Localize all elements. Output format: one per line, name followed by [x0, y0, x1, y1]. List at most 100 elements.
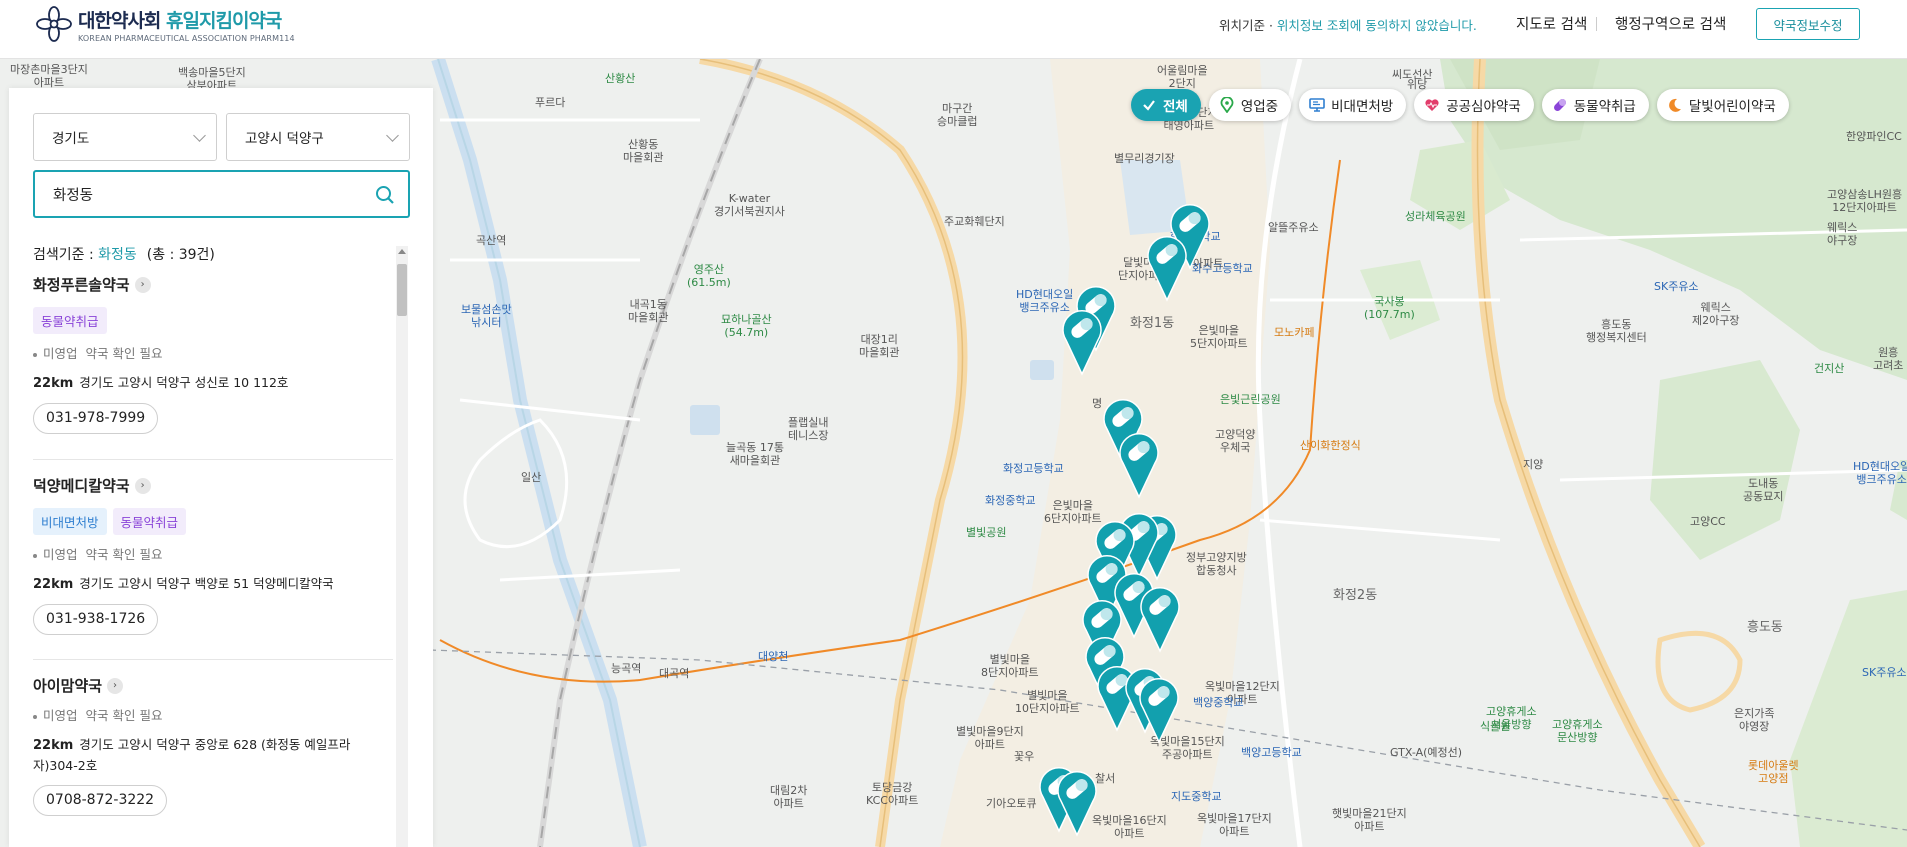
phone-button[interactable]: 0708-872-3222 [33, 784, 168, 816]
map-label: 플랩실내 테니스장 [788, 416, 829, 442]
map-label: 토당금강 KCC아파트 [866, 781, 919, 807]
pharmacy-marker[interactable] [1060, 306, 1104, 376]
map-label: 화정2동 [1333, 588, 1378, 603]
list-item[interactable]: 아이맘약국 › 미영업 약국 확인 필요 22km 경기도 고양시 덕양구 중앙로 6… [33, 675, 393, 816]
map-label: 국사봉 (107.7m) [1364, 295, 1415, 321]
map-label: 꽃우 [1014, 750, 1035, 763]
tag-animal-medicine: 동물약취급 [112, 508, 187, 535]
map-label: 옥빛마을17단지 아파트 [1197, 812, 1272, 838]
open-status: 미영업 약국 확인 필요 [33, 705, 393, 724]
filter-open-now[interactable]: 영업중 [1208, 89, 1292, 121]
map-label: 한양파인CC [1846, 130, 1902, 143]
map-label: HD현대오일 뱅크주유소 [1853, 460, 1907, 486]
map-label: 대림2차 아파트 [770, 784, 808, 810]
list-item[interactable]: 덕양메디칼약국 › 비대면처방 동물약취급 미영업 약국 확인 필요 22km 경기도… [33, 475, 393, 636]
divider [33, 459, 393, 460]
map-label: 정부고양지방 합동청사 [1186, 551, 1247, 577]
pharmacy-marker[interactable] [1145, 232, 1189, 302]
map-label: 마장촌마을3단지 아파트 [10, 63, 88, 89]
map-label: 은빛마을 5단지아파트 [1190, 324, 1248, 350]
filter-all[interactable]: 전체 [1131, 89, 1201, 121]
logo-flower-icon [36, 6, 72, 42]
logo-subtitle: KOREAN PHARMACEUTICAL ASSOCIATION PHARM1… [78, 33, 295, 43]
map-label: GTX-A(예정선) [1390, 746, 1463, 759]
phone-button[interactable]: 031-938-1726 [33, 604, 159, 636]
filter-night-pharmacy[interactable]: 공공심야약국 [1414, 89, 1534, 121]
pharmacy-address: 22km 경기도 고양시 덕양구 중앙로 628 (화정동 예일프라자)304-2… [33, 737, 351, 774]
map-label: 별빛공원 [966, 526, 1007, 539]
nav-region-search[interactable]: 행정구역으로 검색 [1615, 13, 1726, 34]
filter-label: 달빛어린이약국 [1688, 99, 1776, 115]
map-label: 롯데아울렛 고양점 [1748, 759, 1799, 785]
map-label: 은지가족 야영장 [1734, 707, 1775, 733]
map-label: 화정1동 [1130, 316, 1175, 331]
scroll-up-arrow[interactable] [398, 249, 406, 254]
map-label: K-water 경기서북권지사 [714, 192, 785, 218]
map-label: 대장1리 마을회관 [859, 333, 900, 359]
map-label: 산황동 마을회관 [623, 138, 664, 164]
open-status: 미영업 약국 확인 필요 [33, 343, 393, 362]
chevron-right-icon: › [107, 677, 124, 694]
location-info: 위치기준 · 위치정보 조회에 동의하지 않았습니다. [1219, 18, 1477, 33]
pharmacy-name[interactable]: 화정푸른솔약국 › [33, 274, 393, 295]
logo-title: 대한약사회 휴일지킴이약국 [78, 9, 282, 32]
nav-divider [1596, 17, 1597, 31]
map-label: 산황산 [605, 72, 636, 85]
map-label: 기아오토큐 [986, 797, 1037, 810]
pharmacy-marker[interactable] [1137, 674, 1181, 744]
chevron-down-icon [386, 129, 399, 142]
map-label: 대곡역 [659, 667, 690, 680]
map-label: 고양삼송LH원흥 12단지아파트 [1827, 188, 1903, 214]
result-summary: 검색기준 : 화정동 (총 : 39건) [33, 247, 215, 263]
filter-label: 영업중 [1240, 99, 1279, 115]
city-select[interactable]: 고양시 덕양구 [226, 113, 410, 161]
filter-animal-medicine[interactable]: 동물약취급 [1541, 89, 1649, 121]
filter-label: 전체 [1163, 99, 1188, 115]
map-label: 화정고등학교 [1003, 462, 1064, 475]
open-status: 미영업 약국 확인 필요 [33, 544, 393, 563]
check-icon [1141, 97, 1157, 113]
filter-telemedicine[interactable]: 비대면처방 [1299, 89, 1407, 121]
city-value: 고양시 덕양구 [245, 131, 324, 147]
search-input[interactable] [53, 182, 353, 206]
map-label: 별빛마을9단지 아파트 [956, 725, 1024, 751]
search-icon[interactable] [374, 184, 396, 206]
map-label: 흥도동 행정복지센터 [1586, 318, 1647, 344]
map-label: 일산 [521, 471, 542, 484]
map-label: 모노카페 [1274, 326, 1315, 339]
edit-pharmacy-info-button[interactable]: 약국정보수정 [1756, 8, 1860, 40]
pharmacy-marker[interactable] [1055, 767, 1099, 837]
map-label: 보물섬손맛 낚시터 [461, 303, 512, 329]
location-consent-link[interactable]: 위치정보 조회에 동의하지 않았습니다. [1277, 18, 1477, 33]
filter-label: 비대면처방 [1331, 99, 1394, 115]
chevron-right-icon: › [134, 276, 151, 293]
list-item[interactable]: 화정푸른솔약국 › 동물약취급 미영업 약국 확인 필요 22km 경기도 고양시 덕… [33, 274, 393, 435]
province-select[interactable]: 경기도 [33, 113, 217, 161]
map-label: SK주유소 [1862, 666, 1907, 679]
divider [33, 659, 393, 660]
map-label: 고양휴게소 문산방향 [1552, 718, 1603, 744]
province-value: 경기도 [52, 131, 90, 147]
pharmacy-marker[interactable] [1117, 429, 1161, 499]
pharmacy-name[interactable]: 아이맘약국 › [33, 675, 393, 696]
pharmacy-marker[interactable] [1138, 583, 1182, 653]
results-list: 화정푸른솔약국 › 동물약취급 미영업 약국 확인 필요 22km 경기도 고양시 덕… [9, 274, 409, 847]
map-label: 별빛마을 10단지아파트 [1015, 689, 1080, 715]
map-label: 화정중학교 [985, 494, 1036, 507]
pharmacy-name[interactable]: 덕양메디칼약국 › [33, 475, 393, 496]
map-label: 고양덕양 우체국 [1215, 428, 1256, 454]
nav-map-search[interactable]: 지도로 검색 [1516, 13, 1587, 34]
map-label: 원흥 고려초 [1873, 346, 1904, 372]
phone-button[interactable]: 031-978-7999 [33, 403, 159, 435]
map-label: 햇빛마을21단지 아파트 [1332, 807, 1407, 833]
filter-moonlight-children[interactable]: 달빛어린이약국 [1656, 89, 1789, 121]
site-logo[interactable]: 대한약사회 휴일지킴이약국 KOREAN PHARMACEUTICAL ASSO… [36, 4, 295, 44]
map-label: 영주산 (61.5m) [687, 263, 731, 289]
map-label: 산이화한정식 [1300, 439, 1361, 452]
filter-label: 공공심야약국 [1446, 99, 1521, 115]
site-header: 대한약사회 휴일지킴이약국 KOREAN PHARMACEUTICAL ASSO… [0, 0, 1907, 59]
map-label: 지도중학교 [1171, 790, 1222, 803]
pill-icon [1552, 97, 1568, 113]
tag-telemedicine: 비대면처방 [33, 508, 107, 535]
map-label: 은빛근린공원 [1220, 393, 1281, 406]
